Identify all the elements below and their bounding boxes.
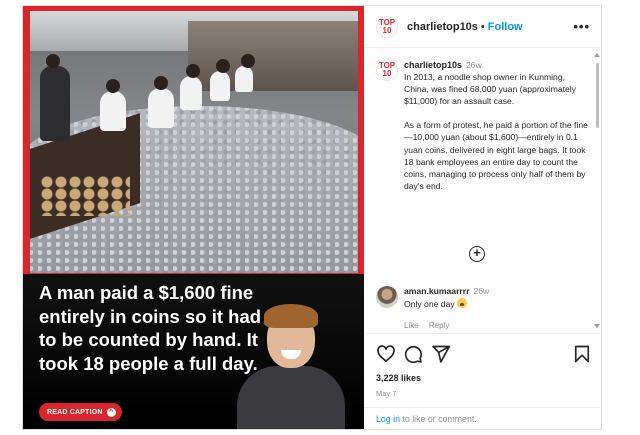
bookmark-icon[interactable] (572, 344, 592, 364)
heart-icon[interactable] (376, 344, 396, 364)
post-footer: 3,228 likes May 7 Log in to like or comm… (364, 333, 602, 429)
separator-dot: • (480, 20, 485, 33)
top10-logo: TOP 10 (378, 61, 396, 78)
more-options-icon[interactable]: ••• (573, 19, 590, 34)
comment-time: 26w (473, 286, 490, 296)
comment-item: aman.kumaarrrr 26w Only one day Like Repl… (376, 285, 586, 330)
comment-reply-button[interactable]: Reply (429, 321, 449, 330)
post-date: May 7 (376, 389, 397, 398)
action-bar (376, 344, 590, 366)
top10-logo: TOP 10 (378, 17, 396, 35)
instagram-post: A man paid a $1,600 fine entirely in coi… (22, 5, 602, 430)
caption-avatar[interactable]: TOP 10 (376, 59, 398, 81)
scroll-up-arrow[interactable] (594, 53, 600, 57)
caption-username[interactable]: charlietop10s (404, 60, 462, 70)
caption-paragraph-1: In 2013, a noodle shop owner in Kunming,… (404, 72, 576, 107)
comment-like-button[interactable]: Like (404, 321, 419, 330)
caption-paragraph-2: As a form of protest, he paid a portion … (404, 120, 588, 191)
read-caption-label: READ CAPTION (47, 408, 103, 416)
post-header: TOP 10 charlietop10s • Follow ••• (364, 6, 602, 48)
avatar[interactable]: TOP 10 (376, 15, 398, 38)
commenter-avatar[interactable] (376, 286, 398, 308)
share-icon[interactable] (431, 344, 451, 364)
scrollbar-thumb[interactable] (596, 63, 599, 128)
post-caption: TOP 10 charlietop10s 26w In 2013, a noodl… (376, 59, 591, 192)
login-prompt-text: to like or comment. (399, 414, 477, 424)
login-link[interactable]: Log in (376, 414, 400, 424)
post-media[interactable]: A man paid a $1,600 fine entirely in coi… (23, 6, 364, 429)
coin-counting-photo (30, 11, 358, 273)
likes-count[interactable]: 3,228 likes (376, 373, 421, 383)
username-link[interactable]: charlietop10s (407, 21, 478, 33)
caption-time: 26w (466, 60, 482, 70)
chevron-up-icon: ^ (106, 407, 116, 417)
surprised-face-icon (457, 297, 468, 308)
login-prompt: Log in to like or comment. (364, 407, 602, 430)
comment-text: Only one day (404, 298, 455, 309)
load-more-comments-button[interactable]: + (469, 246, 485, 262)
post-sidebar: TOP 10 charlietop10s • Follow ••• TOP 10… (364, 6, 602, 429)
comments-panel[interactable]: TOP 10 charlietop10s 26w In 2013, a noodl… (364, 49, 602, 330)
comment-username[interactable]: aman.kumaarrrr (404, 286, 469, 296)
follow-button[interactable]: Follow (488, 21, 523, 33)
presenter-photo (231, 304, 351, 429)
read-caption-button[interactable]: READ CAPTION ^ (39, 403, 122, 421)
comment-icon[interactable] (403, 344, 423, 364)
scroll-down-arrow[interactable] (594, 324, 600, 328)
